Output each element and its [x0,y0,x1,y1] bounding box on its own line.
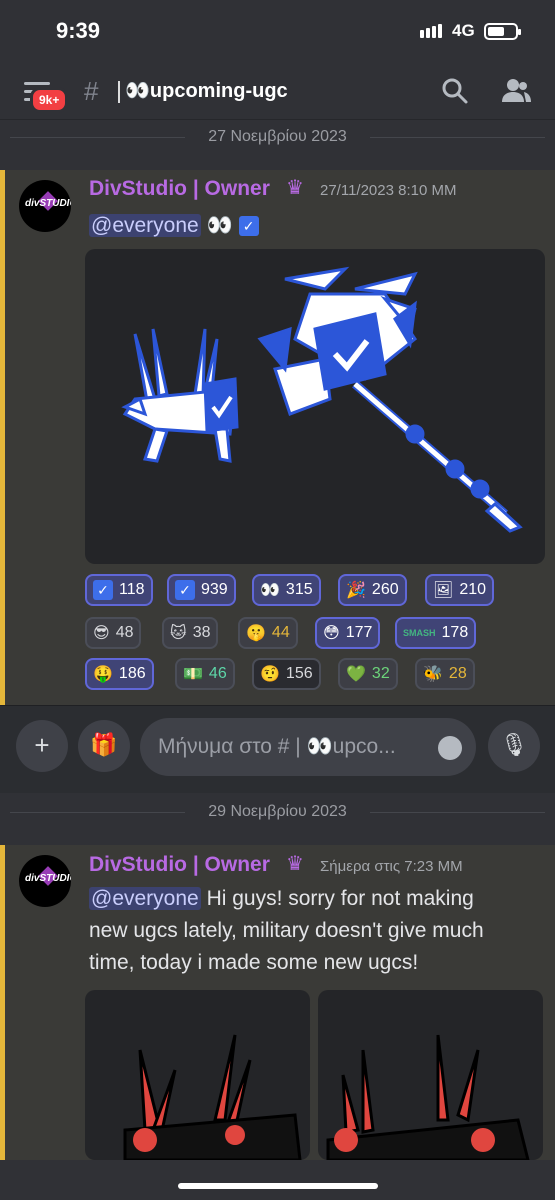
reaction-cat[interactable]: 🐱 38 [162,617,219,649]
message: divSTUDIO DivStudio | Owner ♛ Σήμερα στι… [0,845,555,1160]
avatar[interactable]: divSTUDIO [19,180,71,232]
crown-icon: ♛ [286,177,304,199]
avatar[interactable]: divSTUDIO [19,855,71,907]
message-input[interactable]: Μήνυμα στο # | 👀upco... [140,718,476,776]
emoji-icon[interactable] [438,736,462,760]
signal-icon [420,24,442,38]
reaction-raised-eyebrow[interactable]: 🤨 156 [252,658,321,690]
message-line: new ugcs lately, military doesn't give m… [89,919,484,942]
members-icon[interactable] [500,76,532,106]
avatar-logo: divSTUDIO [25,198,71,209]
username[interactable]: DivStudio | Owner [89,853,270,877]
battery-icon [484,23,521,40]
reaction-cash[interactable]: 💵 46 [175,658,235,690]
mic-button[interactable]: 🎙 [488,720,540,772]
reaction-check-118[interactable]: ✓ 118 [85,574,153,606]
check-emoji: ✓ [238,216,259,237]
timestamp: 27/11/2023 8:10 ΜΜ [320,182,457,199]
blue-ugc-illustration [121,266,523,533]
channel-name[interactable]: 👀upcoming-ugc [125,78,288,103]
ugc-image-left[interactable] [85,990,310,1160]
message-body: @everyone 👀 ✓ [89,214,259,238]
reaction-green[interactable]: 💚 32 [338,658,398,690]
avatar-logo: divSTUDIO [25,873,71,884]
gift-button[interactable]: 🎁 [78,720,130,772]
username[interactable]: DivStudio | Owner [89,177,270,201]
channel-hash-icon: # [84,76,99,106]
divider [118,81,120,103]
home-indicator[interactable] [178,1183,378,1189]
reaction-flushed[interactable]: 😳 177 [315,617,381,649]
unread-badge: 9k+ [30,87,69,113]
message-line: time, today i made some new ugcs! [89,951,419,974]
channel-header: 9k+ # 👀upcoming-ugc [0,62,555,120]
check-emoji: ✓ [175,580,195,600]
reaction-check-939[interactable]: ✓ 939 [167,574,236,606]
reaction-shush[interactable]: 🤫 44 [238,617,298,649]
eyes-emoji: 👀 [206,214,233,237]
reaction-bee[interactable]: 🐝 28 [415,658,475,690]
ugc-image-right[interactable] [318,990,543,1160]
search-icon[interactable] [440,76,472,106]
check-emoji: ✓ [93,580,113,600]
reaction-money-face[interactable]: 🤑 186 [85,658,154,690]
crown-icon: ♛ [286,853,304,875]
status-bar: 9:39 4G [0,0,555,62]
everyone-mention[interactable]: @everyone [89,887,201,910]
message-composer: + 🎁 Μήνυμα στο # | 👀upco... 🎙 [0,705,555,793]
everyone-mention[interactable]: @everyone [89,214,201,237]
network-type: 4G [452,21,475,40]
message-line: @everyone Hi guys! sorry for not making [89,887,474,910]
reaction-smash[interactable]: SMASH 178 [395,617,477,649]
date-divider: 29 Νοεμβρίου 2023 [0,797,555,827]
reaction-picture[interactable]: 🖼 210 [425,574,495,606]
red-bunny-illustration [123,1034,302,1160]
timestamp: Σήμερα στις 7:23 ΜΜ [320,858,463,875]
reaction-eyes[interactable]: 👀 315 [252,574,321,606]
bottom-safe-area [0,1160,555,1200]
date-divider: 27 Νοεμβρίου 2023 [0,122,555,152]
red-bunny-illustration [326,1034,530,1160]
ugc-image[interactable] [85,249,545,564]
reaction-sunglasses[interactable]: 😎 48 [85,617,142,649]
message: divSTUDIO DivStudio | Owner ♛ 27/11/2023… [0,170,555,705]
clock: 9:39 [56,18,101,43]
reaction-party[interactable]: 🎉 260 [338,574,407,606]
add-button[interactable]: + [16,720,68,772]
